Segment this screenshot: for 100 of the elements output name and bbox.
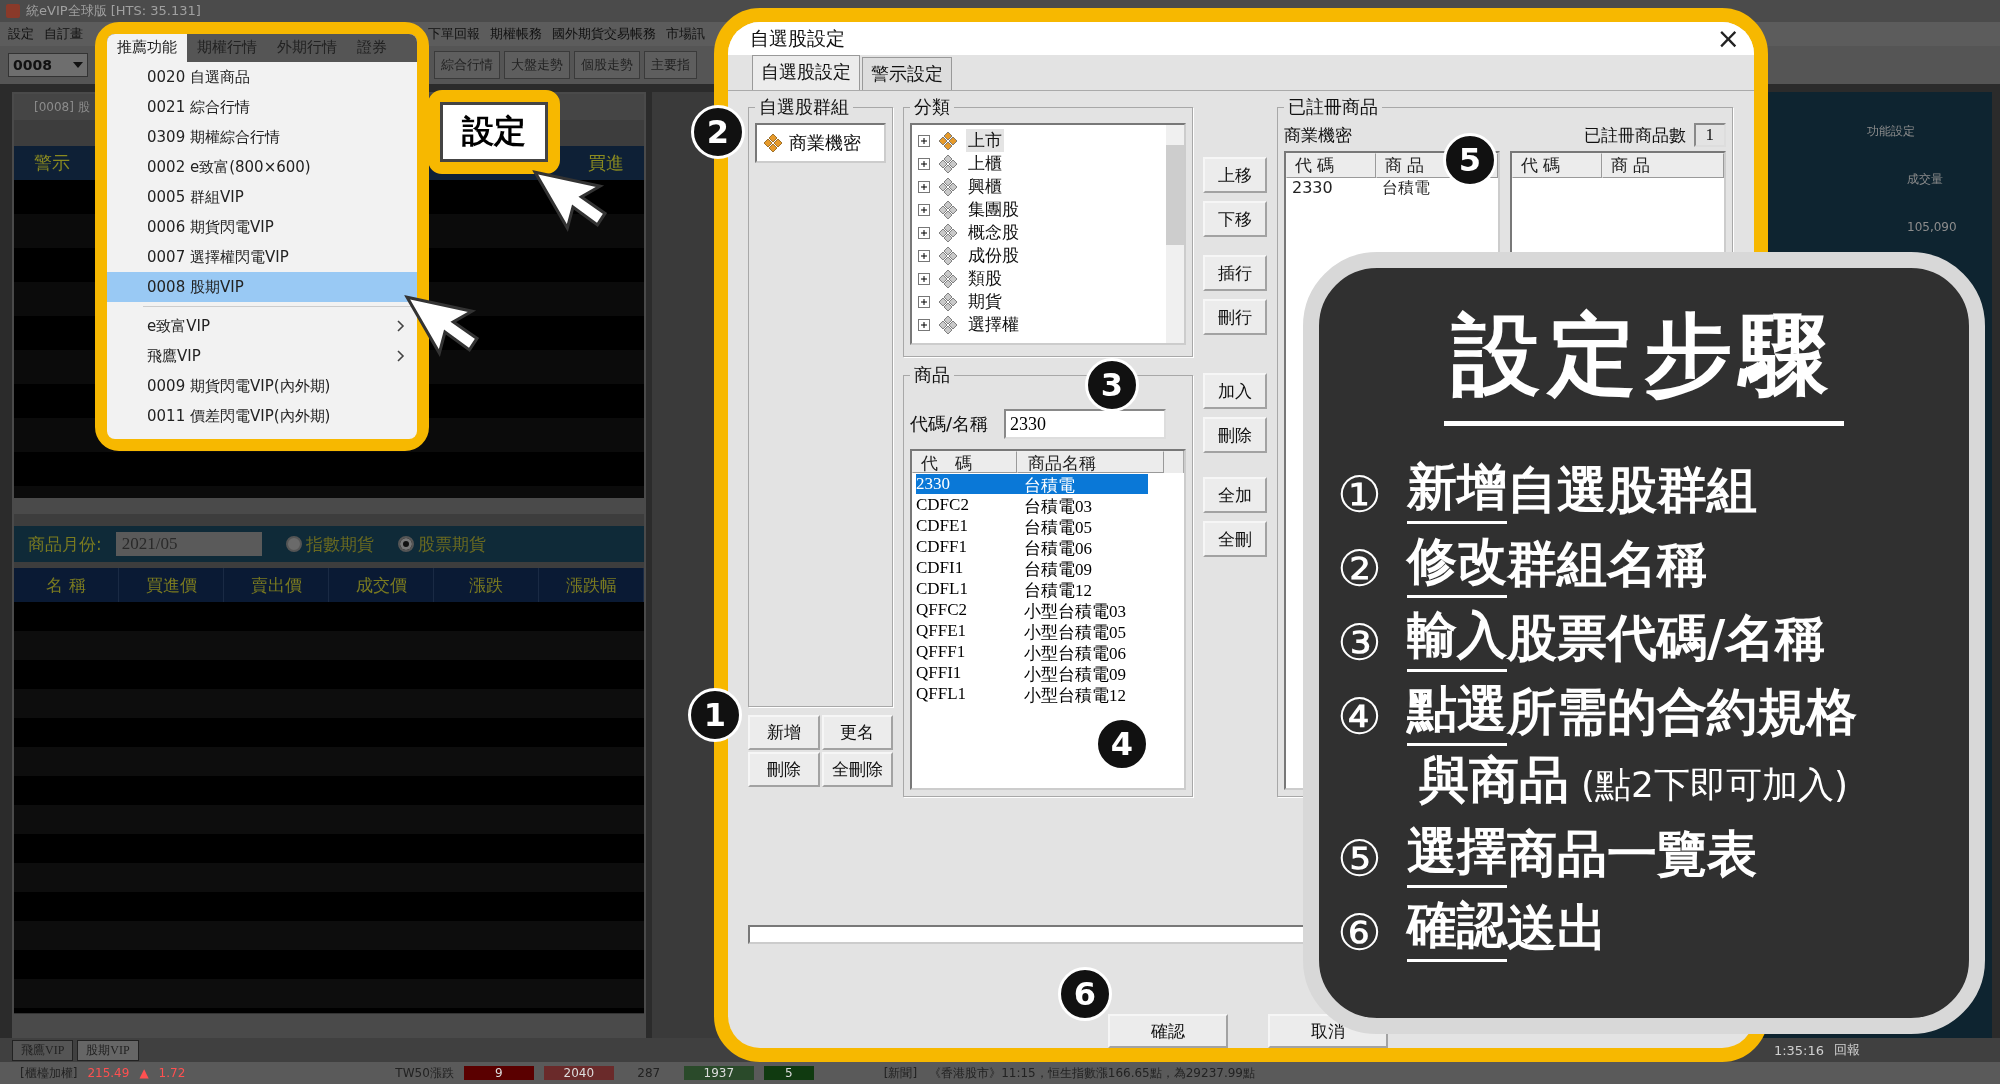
category-icon bbox=[938, 153, 958, 174]
move-button[interactable]: 上移 bbox=[1203, 157, 1267, 193]
category-item[interactable]: 興櫃 bbox=[966, 175, 1004, 198]
category-item[interactable]: 選擇權 bbox=[966, 313, 1021, 336]
category-item[interactable]: 類股 bbox=[966, 267, 1004, 290]
group-button[interactable]: 刪除 bbox=[748, 752, 820, 787]
app-icon bbox=[6, 4, 20, 18]
product-row[interactable]: QFFL1 小型台積電12 bbox=[916, 684, 1148, 704]
product-row[interactable]: QFFE1 小型台積電05 bbox=[916, 621, 1148, 641]
step-number: ① bbox=[1337, 466, 1383, 524]
category-item[interactable]: 期貨 bbox=[966, 290, 1004, 313]
product-row[interactable]: CDFI1 台積電09 bbox=[916, 558, 1148, 578]
clock-text: 1:35:16 bbox=[1773, 1042, 1824, 1058]
product-row[interactable]: CDFL1 台積電12 bbox=[916, 579, 1148, 599]
expand-icon[interactable] bbox=[918, 134, 930, 147]
code-input-field[interactable]: 2330 bbox=[1004, 409, 1167, 439]
add-button[interactable]: 加入 bbox=[1203, 373, 1267, 409]
count-label: 已註冊商品數 bbox=[1583, 123, 1686, 147]
group-name: 商業機密 bbox=[1284, 123, 1352, 147]
expand-icon[interactable] bbox=[918, 226, 930, 239]
dialog-tab[interactable]: 警示設定 bbox=[862, 57, 952, 90]
product-row[interactable]: QFFF1 小型台積電06 bbox=[916, 642, 1148, 662]
menu-item[interactable]: 0009 期貨閃電VIP(內外期) bbox=[107, 371, 417, 401]
menu-item[interactable]: 飛鷹VIP bbox=[107, 341, 417, 371]
category-item[interactable]: 成份股 bbox=[966, 244, 1021, 267]
group-button[interactable]: 更名 bbox=[821, 715, 893, 750]
group-button[interactable]: 新增 bbox=[748, 715, 820, 750]
menu-item[interactable]: 0008 股期VIP bbox=[107, 272, 417, 302]
window-title: [0008] 股 bbox=[34, 98, 90, 116]
bulk-button[interactable]: 全刪 bbox=[1203, 521, 1267, 557]
count-cell: 1937 bbox=[683, 1066, 754, 1080]
report-button[interactable]: 回報 bbox=[1834, 1041, 1860, 1059]
step-text: 送出 bbox=[1507, 898, 1607, 959]
tab[interactable]: 功能設定 bbox=[1867, 124, 1915, 138]
expand-icon[interactable] bbox=[918, 249, 930, 262]
group-item[interactable]: 商業機密 bbox=[761, 129, 880, 157]
expand-icon[interactable] bbox=[918, 157, 930, 170]
expand-icon[interactable] bbox=[918, 272, 930, 285]
move-button[interactable]: 下移 bbox=[1203, 201, 1267, 237]
bulk-button[interactable]: 全加 bbox=[1203, 477, 1267, 513]
product-row[interactable]: 2330 台積電 bbox=[916, 474, 1148, 494]
category-item[interactable]: 集團股 bbox=[966, 198, 1021, 221]
step-text: 群組名稱 bbox=[1507, 534, 1707, 595]
step-verb: 點選 bbox=[1407, 676, 1507, 746]
settings-button[interactable]: 設定 bbox=[440, 102, 548, 162]
scrollbar[interactable] bbox=[14, 1013, 644, 1036]
column-header: 商品名稱 bbox=[1017, 451, 1164, 473]
step-number: ⑤ bbox=[1337, 830, 1383, 888]
column-header: 代 碼 bbox=[1512, 153, 1602, 178]
menu-item[interactable]: e致富VIP bbox=[107, 311, 417, 341]
scrollbar[interactable] bbox=[1166, 125, 1184, 343]
expand-icon[interactable] bbox=[918, 203, 930, 216]
product-row[interactable]: QFFI1 小型台積電09 bbox=[916, 663, 1148, 683]
step-text: 與商品 bbox=[1419, 750, 1569, 811]
window-title: 統eVIP全球版 [HTS: 35.131] bbox=[26, 2, 201, 20]
menu-item[interactable]: 0007 選擇權閃電VIP bbox=[107, 242, 417, 272]
step-text: 股票代碼/名稱 bbox=[1507, 608, 1826, 669]
column-header: 警示 bbox=[34, 151, 70, 175]
product-row[interactable]: CDFE1 台積電05 bbox=[916, 516, 1148, 536]
count-field: 1 bbox=[1693, 123, 1726, 147]
dialog-button[interactable]: 確認 bbox=[1108, 1014, 1228, 1048]
category-icon bbox=[938, 268, 958, 289]
dialog-tab[interactable]: 自選股設定 bbox=[752, 55, 860, 90]
product-row[interactable]: CDFC2 台積電03 bbox=[916, 495, 1148, 515]
expand-icon[interactable] bbox=[918, 318, 930, 331]
product-row[interactable]: QFFC2 小型台積電03 bbox=[916, 600, 1148, 620]
step-verb: 確認 bbox=[1407, 892, 1507, 962]
menu-item[interactable]: 0309 期權綜合行情 bbox=[107, 122, 417, 152]
group-button[interactable]: 全刪除 bbox=[821, 752, 893, 787]
scrollbar[interactable] bbox=[14, 498, 644, 514]
step-number: ⑥ bbox=[1337, 904, 1383, 962]
code-combo[interactable]: 0008 bbox=[8, 53, 88, 77]
add-button[interactable]: 刪除 bbox=[1203, 417, 1267, 453]
category-icon bbox=[938, 291, 958, 312]
move-button[interactable]: 插行 bbox=[1203, 255, 1267, 291]
menu-item[interactable]: 0006 期貨閃電VIP bbox=[107, 212, 417, 242]
product-row[interactable]: CDFF1 台積電06 bbox=[916, 537, 1148, 557]
category-item[interactable]: 上櫃 bbox=[966, 152, 1004, 175]
expand-icon[interactable] bbox=[918, 295, 930, 308]
category-item[interactable]: 概念股 bbox=[966, 221, 1021, 244]
category-item[interactable]: 上市 bbox=[966, 129, 1004, 152]
group-icon bbox=[763, 133, 783, 153]
menu-item[interactable]: 0002 e致富(800×600) bbox=[107, 152, 417, 182]
dialog-title: 自選股設定 bbox=[750, 25, 845, 51]
menu-item[interactable]: 0005 群組VIP bbox=[107, 182, 417, 212]
menu-item[interactable]: 0020 自選商品 bbox=[107, 62, 417, 92]
step-verb: 修改 bbox=[1407, 528, 1507, 598]
column-header: 代 碼 bbox=[1286, 153, 1376, 178]
index-change: 1.72 bbox=[158, 1066, 186, 1080]
step-number: ④ bbox=[1337, 688, 1383, 746]
menu-item[interactable]: 0011 價差閃電VIP(內外期) bbox=[107, 401, 417, 431]
menu-item[interactable]: 0021 綜合行情 bbox=[107, 92, 417, 122]
close-button[interactable]: × bbox=[1716, 22, 1740, 55]
move-button[interactable]: 刪行 bbox=[1203, 299, 1267, 335]
column-header: 買進 bbox=[588, 151, 624, 175]
expand-icon[interactable] bbox=[918, 180, 930, 193]
table-cell-text: 2330 bbox=[1291, 178, 1334, 199]
step-text: 自選股群組 bbox=[1507, 460, 1757, 521]
category-icon bbox=[938, 314, 958, 335]
menu-tab[interactable]: 推薦功能 bbox=[107, 34, 187, 62]
